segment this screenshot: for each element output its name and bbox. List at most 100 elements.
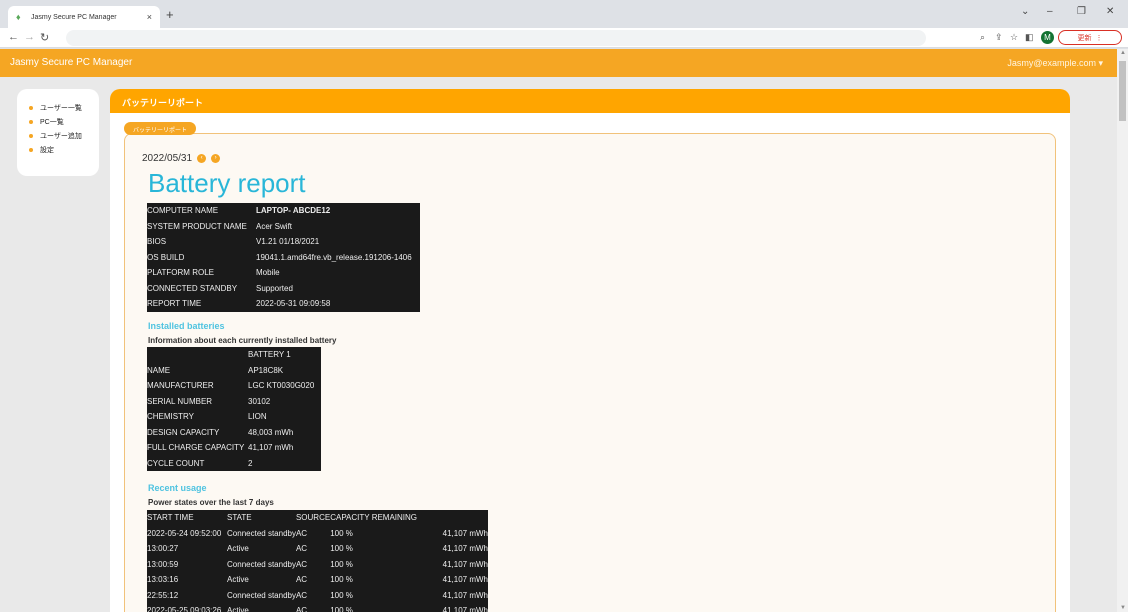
column-header: [417, 510, 488, 526]
scroll-thumb[interactable]: [1119, 61, 1126, 121]
recent-usage-heading: Recent usage: [148, 483, 207, 493]
battery-field-value: 41,107 mWh: [248, 443, 294, 453]
usage-cell: AC: [295, 559, 308, 569]
table-row: SYSTEM PRODUCT NAME Acer Swift: [147, 219, 420, 235]
page-title: バッテリーリポート: [110, 89, 1070, 113]
page-scrollbar[interactable]: ▲ ▼: [1117, 49, 1128, 612]
table-row: BATTERY 1: [147, 347, 321, 363]
usage-cell: Active: [227, 575, 249, 585]
user-menu[interactable]: Jasmy@example.com ▾: [1007, 58, 1103, 69]
table-row: BIOS V1.21 01/18/2021: [147, 234, 420, 250]
browser-tab-bar: ♦ Jasmy Secure PC Manager × + ⌄ – ❐ ✕: [0, 0, 1128, 28]
app-header: Jasmy Secure PC Manager Jasmy@example.co…: [0, 49, 1117, 77]
info-label: SYSTEM PRODUCT NAME: [147, 221, 247, 231]
zoom-icon[interactable]: ⌕: [980, 32, 985, 43]
usage-cell: 100 %: [330, 575, 353, 585]
usage-cell: 100 %: [330, 559, 353, 569]
reload-icon[interactable]: ↻: [40, 31, 49, 44]
info-label: PLATFORM ROLE: [147, 268, 214, 278]
date-navigator: 2022/05/31 ‹ ›: [142, 153, 221, 164]
battery-field-label: DESIGN CAPACITY: [147, 427, 220, 437]
system-info-table: COMPUTER NAME LAPTOP- ABCDE12 SYSTEM PRODU…: [147, 203, 420, 312]
usage-cell: Connected standby: [227, 590, 296, 600]
back-icon[interactable]: ←: [8, 31, 19, 43]
app-title[interactable]: Jasmy Secure PC Manager: [10, 57, 132, 68]
usage-cell: 100 %: [330, 544, 353, 554]
main-card: バッテリーリポート 2022/05/31 ‹ › Battery report …: [110, 89, 1070, 612]
restore-icon[interactable]: ❐: [1077, 6, 1086, 17]
page-viewport: ユーザー一覧 PC一覧 ユーザー追加 設定 バッテリーリポート 2022/05/…: [0, 77, 1117, 612]
usage-cell: 13:03:16: [147, 575, 179, 585]
report-date: 2022/05/31: [142, 153, 193, 164]
browser-toolbar: ← → ↻ ⌕ ⇪ ☆ ◧ M 更新 ⋮: [0, 28, 1128, 48]
table-row: 2022-05-25 09:03:26 Active AC 100 % 41,107 m…: [147, 603, 488, 612]
address-bar[interactable]: [66, 30, 926, 46]
info-label: REPORT TIME: [147, 299, 202, 309]
prev-date-icon[interactable]: ‹: [197, 154, 207, 163]
usage-cell: 100 %: [330, 590, 353, 600]
window-close-icon[interactable]: ✕: [1106, 6, 1114, 17]
battery-field-label: CYCLE COUNT: [147, 458, 205, 468]
tab-search-icon[interactable]: ⌄: [1021, 6, 1029, 17]
usage-cell: 41,107 mWh: [442, 606, 488, 612]
bookmark-star-icon[interactable]: ☆: [1010, 32, 1018, 43]
usage-cell: AC: [295, 606, 308, 612]
sidebar-item-settings[interactable]: 設定: [29, 143, 99, 157]
column-header: START TIME: [147, 513, 194, 523]
info-value: LAPTOP- ABCDE12: [256, 206, 331, 216]
scroll-up-icon[interactable]: ▲: [1120, 50, 1126, 56]
battery-field-value: LGC KT0030G020: [248, 381, 315, 391]
info-value: Acer Swift: [256, 221, 293, 231]
column-header: SOURCE: [295, 513, 331, 523]
browser-tab[interactable]: ♦ Jasmy Secure PC Manager ×: [8, 6, 160, 28]
sidebar-item-add-user[interactable]: ユーザー追加: [29, 129, 99, 143]
bullet-icon: [29, 106, 33, 110]
more-menu-icon: ⋮: [1095, 34, 1103, 42]
usage-cell: AC: [295, 544, 308, 554]
info-value: 19041.1.amd64fre.vb_release.191206-1406: [256, 252, 412, 262]
share-icon[interactable]: ⇪: [995, 32, 1003, 43]
usage-cell: AC: [295, 528, 308, 538]
usage-cell: 41,107 mWh: [442, 575, 488, 585]
tab-close-icon[interactable]: ×: [147, 12, 152, 22]
usage-cell: AC: [295, 590, 308, 600]
usage-cell: 41,107 mWh: [442, 544, 488, 554]
table-row: OS BUILD 19041.1.amd64fre.vb_release.1912…: [147, 250, 420, 266]
usage-cell: 2022-05-25 09:03:26: [147, 606, 222, 612]
table-row: REPORT TIME 2022-05-31 09:09:58: [147, 296, 420, 312]
usage-cell: AC: [295, 575, 308, 585]
sidebar-item-label: ユーザー一覧: [40, 105, 82, 112]
table-row: FULL CHARGE CAPACITY 41,107 mWh: [147, 440, 321, 456]
table-row: COMPUTER NAME LAPTOP- ABCDE12: [147, 203, 420, 219]
sidebar-item-user-list[interactable]: ユーザー一覧: [29, 101, 99, 115]
minimize-icon[interactable]: –: [1047, 6, 1053, 17]
table-row: CONNECTED STANDBY Supported: [147, 281, 420, 297]
table-row: NAME AP18C8K: [147, 363, 321, 379]
scroll-down-icon[interactable]: ▼: [1120, 605, 1126, 611]
next-date-icon[interactable]: ›: [211, 154, 221, 163]
battery-field-value: 30102: [248, 396, 271, 406]
usage-cell: Active: [227, 544, 249, 554]
battery-field-label: CHEMISTRY: [147, 412, 194, 422]
table-row: MANUFACTURER LGC KT0030G020: [147, 378, 321, 394]
table-row: 13:00:27 Active AC 100 % 41,107 mWh: [147, 541, 488, 557]
recent-usage-subheading: Power states over the last 7 days: [148, 498, 274, 507]
side-panel-icon[interactable]: ◧: [1025, 32, 1034, 43]
table-row: DESIGN CAPACITY 48,003 mWh: [147, 425, 321, 441]
usage-cell: Connected standby: [227, 559, 296, 569]
battery-field-label: MANUFACTURER: [147, 381, 214, 391]
sidebar-item-pc-list[interactable]: PC一覧: [29, 115, 99, 129]
bullet-icon: [29, 148, 33, 152]
info-label: BIOS: [147, 237, 167, 247]
usage-cell: 41,107 mWh: [442, 590, 488, 600]
update-button[interactable]: 更新 ⋮: [1058, 30, 1122, 45]
forward-icon[interactable]: →: [24, 31, 35, 43]
table-row: PLATFORM ROLE Mobile: [147, 265, 420, 281]
app-favicon-icon: ♦: [16, 12, 21, 22]
new-tab-button[interactable]: +: [166, 7, 174, 22]
profile-avatar[interactable]: M: [1041, 31, 1054, 44]
sidebar-item-label: PC一覧: [40, 119, 64, 126]
report-title: Battery report: [148, 168, 306, 198]
column-header: STATE: [227, 513, 252, 523]
battery-field-value: LION: [248, 412, 267, 422]
